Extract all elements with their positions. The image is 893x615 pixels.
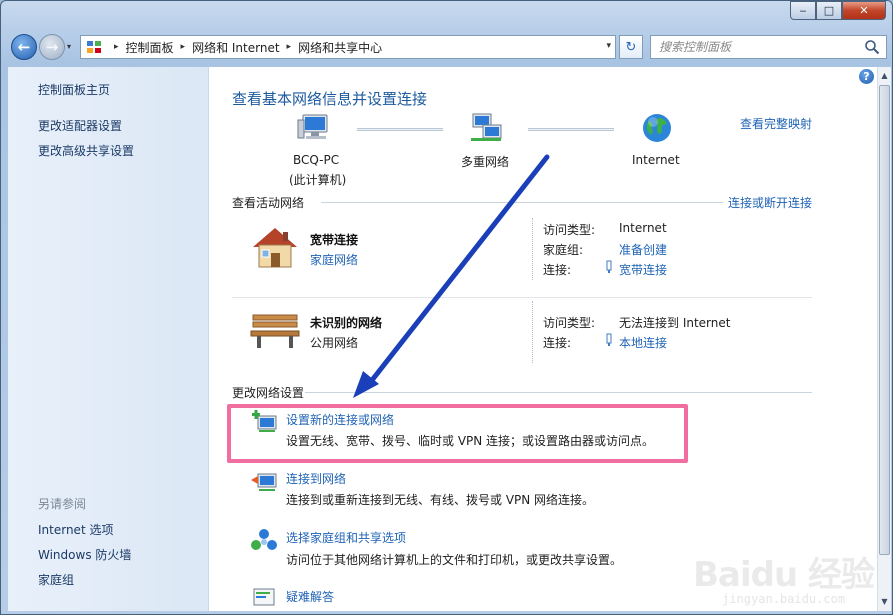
refresh-icon: ↻ <box>625 39 637 55</box>
local-connection-link[interactable]: 本地连接 <box>619 334 667 351</box>
scrollbar-thumb[interactable] <box>879 85 890 555</box>
breadcrumb-separator[interactable]: ▸ <box>287 42 292 52</box>
internet-label: Internet <box>632 153 680 167</box>
map-connection-line <box>528 128 614 131</box>
network-type-link[interactable]: 家庭网络 <box>310 251 358 268</box>
breadcrumb-separator[interactable]: ▸ <box>181 42 186 52</box>
computer-name: BCQ-PC <box>293 153 340 167</box>
access-type-label: 访问类型: <box>543 316 596 330</box>
window-caption-buttons: ‒ □ ✕ <box>790 1 886 20</box>
signal-icon <box>604 333 614 350</box>
task-homegroup-sharing-link[interactable]: 选择家庭组和共享选项 <box>286 529 406 546</box>
search-box[interactable] <box>650 35 887 59</box>
homegroup-ready-link[interactable]: 准备创建 <box>619 241 667 258</box>
scroll-up-icon[interactable]: ▲ <box>878 69 891 83</box>
search-icon[interactable] <box>864 39 880 58</box>
forward-arrow-icon: → <box>45 38 59 56</box>
connect-disconnect-link[interactable]: 连接或断开连接 <box>728 194 812 211</box>
task-connect-network-link[interactable]: 连接到网络 <box>286 470 346 487</box>
task-setup-connection-link[interactable]: 设置新的连接或网络 <box>286 411 394 428</box>
homegroup-sharing-icon[interactable] <box>250 528 278 555</box>
back-arrow-icon: ← <box>17 38 31 56</box>
sidebar-link-windows-firewall[interactable]: Windows 防火墙 <box>38 546 131 563</box>
connection-label: 连接: <box>543 263 572 277</box>
computer-icon[interactable] <box>297 112 331 147</box>
refresh-button[interactable]: ↻ <box>619 35 643 59</box>
internet-globe-icon[interactable] <box>641 112 673 147</box>
sidebar: 控制面板主页 更改适配器设置 更改高级共享设置 另请参阅 Internet 选项… <box>8 67 209 611</box>
page-title: 查看基本网络信息并设置连接 <box>232 90 428 108</box>
network-type-label: 公用网络 <box>310 336 359 350</box>
section-divider <box>305 392 812 393</box>
maximize-icon: □ <box>823 4 835 17</box>
access-type-label: 访问类型: <box>543 223 596 237</box>
task-troubleshoot-link[interactable]: 疑难解答 <box>286 588 334 605</box>
sidebar-link-change-adapter-settings[interactable]: 更改适配器设置 <box>38 117 122 134</box>
network-info-divider <box>532 301 533 363</box>
active-networks-heading: 查看活动网络 <box>232 196 305 210</box>
multiple-networks-label: 多重网络 <box>461 155 510 169</box>
signal-icon <box>604 260 614 277</box>
sidebar-link-advanced-sharing-settings[interactable]: 更改高级共享设置 <box>38 142 134 159</box>
watermark-logo-text: Baidu 经验 <box>693 555 875 595</box>
see-also-heading: 另请参阅 <box>38 497 87 511</box>
new-connection-icon[interactable] <box>250 410 278 437</box>
network-sharing-center-window: ‒ □ ✕ ← → ▾ ▸ 控制面板 ▸ 网络和 Internet ▸ 网络和共… <box>0 0 893 615</box>
minimize-button[interactable]: ‒ <box>790 1 816 20</box>
network-name: 宽带连接 <box>310 233 359 247</box>
help-icon: ? <box>863 70 870 83</box>
network-name: 未识别的网络 <box>310 316 383 330</box>
task-connect-network-desc: 连接到或重新连接到无线、有线、拨号或 VPN 网络连接。 <box>286 493 595 507</box>
view-full-map-link[interactable]: 查看完整映射 <box>740 115 812 132</box>
troubleshoot-icon[interactable] <box>250 586 278 613</box>
breadcrumb-separator[interactable]: ▸ <box>114 42 119 52</box>
sidebar-link-internet-options[interactable]: Internet 选项 <box>38 521 113 538</box>
close-button[interactable]: ✕ <box>842 1 886 20</box>
scroll-down-icon[interactable]: ▼ <box>878 595 891 609</box>
recent-pages-dropdown[interactable]: ▾ <box>67 42 71 51</box>
address-bar[interactable]: ▸ 控制面板 ▸ 网络和 Internet ▸ 网络和共享中心 ▾ <box>80 35 616 59</box>
task-homegroup-sharing-desc: 访问位于其他网络计算机上的文件和打印机，或更改共享设置。 <box>286 553 623 567</box>
minimize-icon: ‒ <box>799 4 807 17</box>
chevron-down-icon: ▾ <box>67 42 72 51</box>
broadband-connection-link[interactable]: 宽带连接 <box>619 261 667 278</box>
baidu-watermark: Baidu 经验 jingyan.baidu.com <box>693 547 875 606</box>
connection-label: 连接: <box>543 336 572 350</box>
address-dropdown-icon[interactable]: ▾ <box>606 41 611 51</box>
sidebar-link-control-panel-home[interactable]: 控制面板主页 <box>38 81 110 98</box>
control-panel-icon <box>85 38 103 56</box>
breadcrumb-network-sharing-center[interactable]: 网络和共享中心 <box>298 39 382 56</box>
public-network-bench-icon[interactable] <box>249 309 301 354</box>
sidebar-link-homegroup[interactable]: 家庭组 <box>38 571 74 588</box>
search-input[interactable] <box>651 40 861 54</box>
vertical-scrollbar[interactable]: ▲ ▼ <box>877 67 891 611</box>
forward-button[interactable]: → <box>39 34 65 60</box>
network-divider <box>232 297 812 298</box>
change-network-settings-heading: 更改网络设置 <box>232 386 305 400</box>
connect-to-network-icon[interactable] <box>250 470 278 497</box>
help-button[interactable]: ? <box>859 69 874 84</box>
back-button[interactable]: ← <box>11 34 37 60</box>
breadcrumb-network-internet[interactable]: 网络和 Internet <box>192 39 279 56</box>
access-type-value: 无法连接到 Internet <box>619 316 731 330</box>
homegroup-label: 家庭组: <box>543 243 584 257</box>
map-connection-line <box>357 128 443 131</box>
access-type-value: Internet <box>619 221 667 235</box>
network-info-divider <box>532 218 533 280</box>
home-network-icon[interactable] <box>249 225 301 274</box>
task-setup-connection-desc: 设置无线、宽带、拨号、临时或 VPN 连接；或设置路由器或访问点。 <box>286 434 655 448</box>
navigation-bar: ← → ▾ ▸ 控制面板 ▸ 网络和 Internet ▸ 网络和共享中心 ▾ … <box>1 31 892 63</box>
maximize-button[interactable]: □ <box>816 1 842 20</box>
section-divider <box>321 202 723 203</box>
multiple-networks-icon[interactable] <box>469 112 503 147</box>
computer-subtitle: (此计算机) <box>289 173 347 187</box>
breadcrumb-control-panel[interactable]: 控制面板 <box>126 39 174 56</box>
close-icon: ✕ <box>859 4 869 17</box>
